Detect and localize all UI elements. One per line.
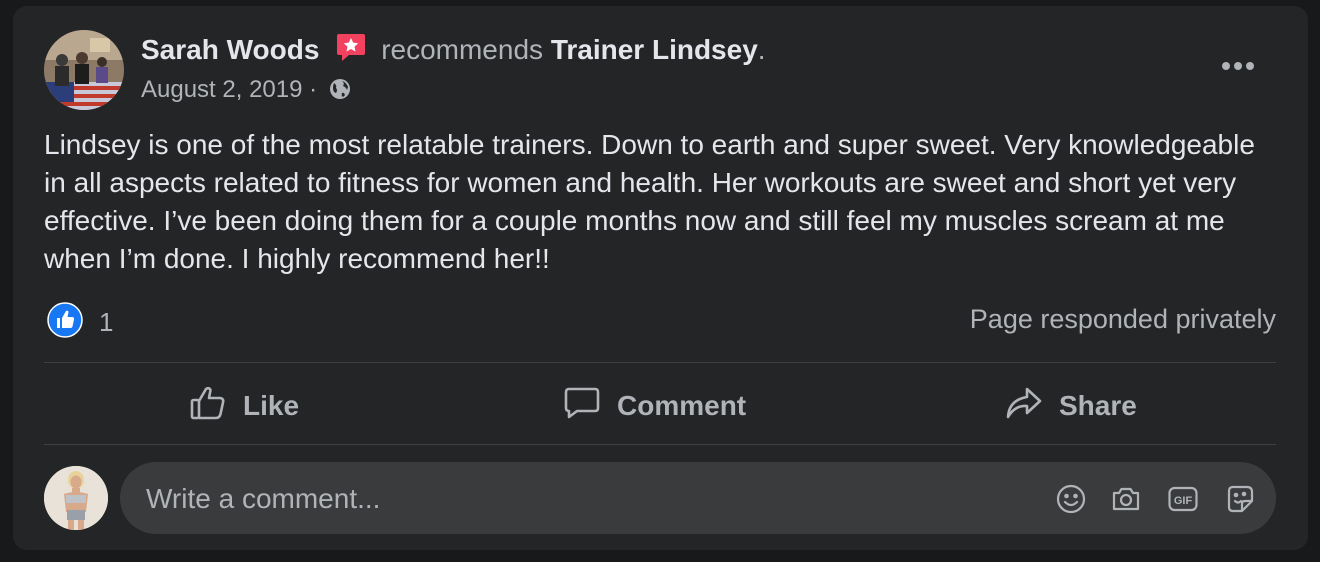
share-label: Share	[1059, 390, 1137, 421]
author-name[interactable]: Sarah Woods	[141, 34, 319, 65]
comment-button[interactable]: Comment	[563, 378, 746, 434]
like-reaction-icon	[47, 302, 83, 343]
sticker-icon[interactable]	[1224, 483, 1256, 515]
post-meta: August 2, 2019 ·	[141, 74, 352, 110]
share-arrow-icon	[1005, 384, 1059, 429]
post-body: Lindsey is one of the most relatable tra…	[44, 129, 1255, 274]
current-user-avatar[interactable]	[44, 466, 108, 530]
header-punctuation: .	[757, 34, 766, 65]
camera-icon[interactable]	[1110, 483, 1142, 515]
comment-composer: GIF	[120, 462, 1276, 536]
post-card: Sarah Woods recommends Trainer Lindsey. …	[13, 6, 1308, 550]
page-name-link[interactable]: Trainer Lindsey	[551, 34, 758, 65]
reaction-count[interactable]: 1	[99, 307, 113, 338]
post-date[interactable]: August 2, 2019	[141, 76, 302, 103]
reactions-summary[interactable]: 1	[47, 302, 113, 343]
comment-bubble-icon	[563, 384, 617, 429]
more-options-button[interactable]	[1216, 52, 1260, 80]
divider-bottom	[44, 444, 1276, 445]
page-response-note: Page responded privately	[969, 304, 1276, 334]
author-avatar[interactable]	[44, 30, 124, 110]
recommends-text: recommends	[381, 34, 544, 65]
globe-icon[interactable]	[328, 77, 352, 110]
recommend-badge-icon	[335, 31, 367, 74]
meta-separator: ·	[309, 76, 318, 103]
comment-input[interactable]	[144, 462, 1028, 536]
share-button[interactable]: Share	[1005, 378, 1137, 434]
divider-top	[44, 362, 1276, 363]
emoji-icon[interactable]	[1055, 483, 1087, 515]
like-button[interactable]: Like	[189, 378, 299, 434]
comment-label: Comment	[617, 390, 747, 421]
svg-text:GIF: GIF	[1174, 495, 1193, 507]
like-label: Like	[243, 390, 300, 421]
gif-icon[interactable]: GIF	[1167, 483, 1199, 515]
post-header: Sarah Woods recommends Trainer Lindsey.	[141, 30, 766, 74]
thumbs-up-icon	[189, 384, 243, 429]
